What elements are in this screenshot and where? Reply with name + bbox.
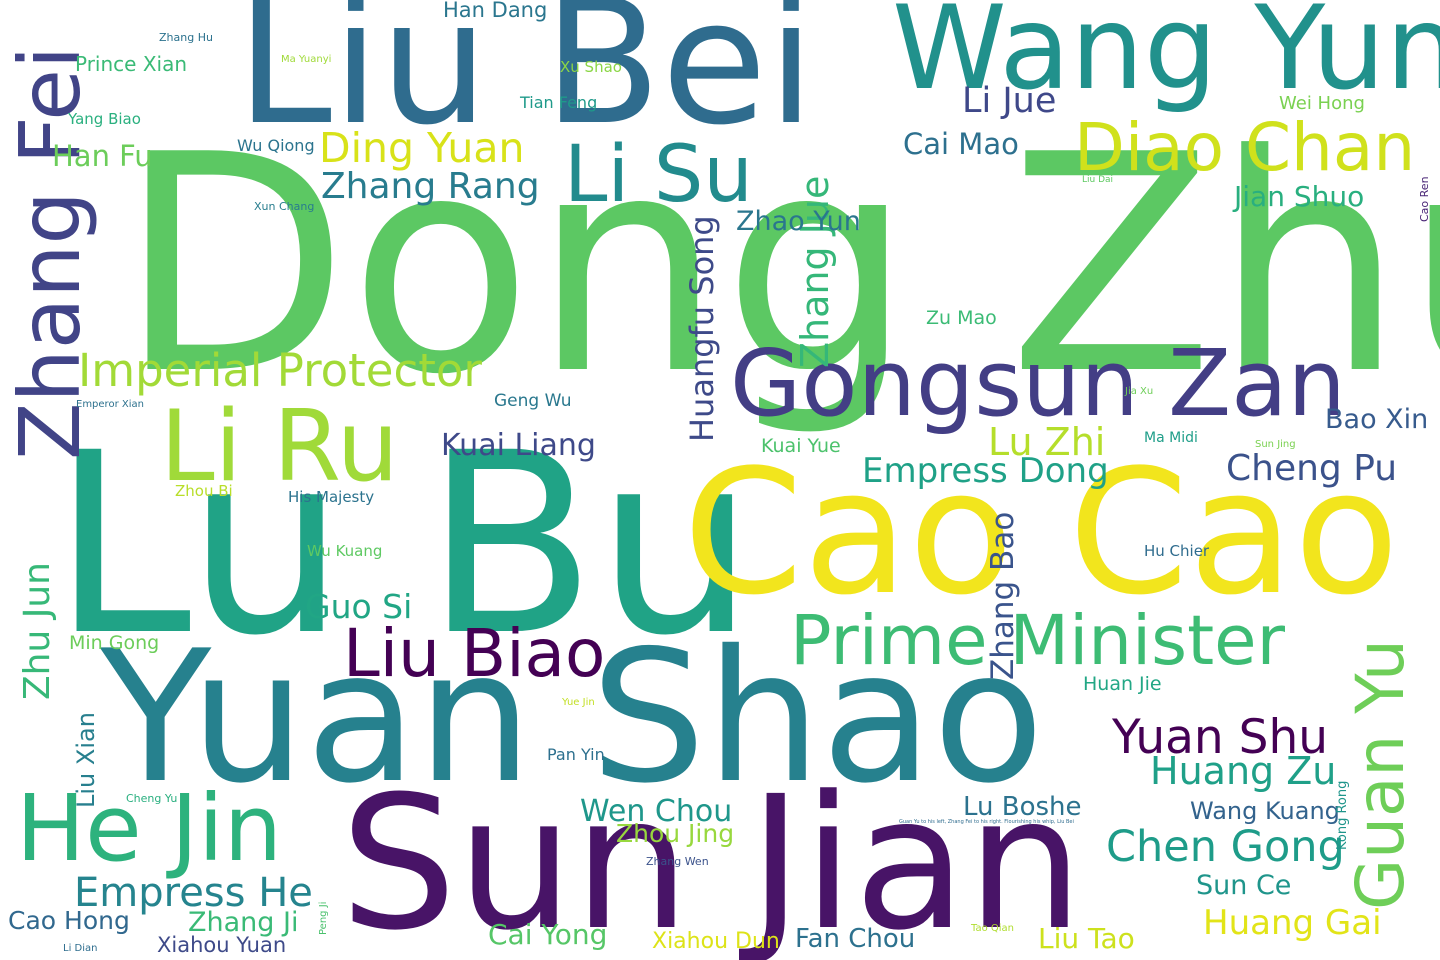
word-wang-kuang: Wang Kuang	[1190, 797, 1340, 825]
word-tian-feng: Tian Feng	[520, 93, 598, 112]
word-jia-xu: Jia Xu	[1125, 386, 1154, 397]
word-tao-qian: Tao Qian	[971, 923, 1014, 934]
word-ma-yuanyi: Ma Yuanyi	[281, 54, 332, 65]
word-wu-kuang: Wu Kuang	[307, 542, 383, 560]
word-xiahou-dun: Xiahou Dun	[652, 929, 780, 954]
word-liu-biao: Liu Biao	[343, 615, 606, 692]
word-ma-midi: Ma Midi	[1144, 430, 1198, 446]
word-zhang-fei: Zhang Fei	[1, 45, 99, 460]
word-zhou-bi: Zhou Bi	[175, 482, 233, 500]
word-zhang-bao: Zhang Bao	[985, 511, 1021, 680]
word-yang-biao: Yang Biao	[68, 110, 141, 128]
word-zhu-jun: Zhu Jun	[17, 562, 58, 700]
word-huangfu-song: Huangfu Song	[683, 215, 721, 442]
word-cheng-yu: Cheng Yu	[126, 792, 178, 805]
word-bao-xin: Bao Xin	[1325, 404, 1429, 435]
word-cloud: Dong Zhuo Lu Bu Cao Cao Yuan Shao Sun Ji…	[0, 0, 1440, 960]
word-min-gong: Min Gong	[69, 632, 160, 654]
word-lu-boshe: Lu Boshe	[963, 792, 1082, 822]
word-long-phrase: Guan Yu to his left, Zhang Fei to his ri…	[899, 819, 1074, 825]
word-xun-chang: Xun Chang	[254, 200, 315, 213]
word-ding-yuan: Ding Yuan	[319, 124, 525, 172]
word-imperial-protector: Imperial Protector	[78, 344, 482, 397]
word-zhang-wen: Zhang Wen	[646, 855, 709, 868]
word-zhao-yun: Zhao Yun	[736, 206, 861, 237]
word-huan-jie: Huan Jie	[1083, 673, 1162, 695]
word-emperor-xian: Emperor Xian	[76, 399, 144, 410]
word-zu-mao: Zu Mao	[926, 307, 997, 329]
word-liu-xian: Liu Xian	[72, 712, 100, 808]
word-kuai-liang: Kuai Liang	[441, 428, 596, 463]
word-wei-hong: Wei Hong	[1279, 93, 1365, 114]
word-cai-mao: Cai Mao	[903, 127, 1019, 161]
word-zhang-hu: Zhang Hu	[159, 31, 213, 44]
word-huang-gai: Huang Gai	[1203, 903, 1382, 943]
word-diao-chan: Diao Chan	[1074, 109, 1416, 186]
word-cheng-pu: Cheng Pu	[1226, 448, 1398, 489]
word-wu-qiong: Wu Qiong	[237, 136, 315, 155]
word-prince-xian: Prince Xian	[75, 52, 188, 76]
word-cao-hong: Cao Hong	[8, 906, 130, 935]
word-jian-shuo: Jian Shuo	[1234, 180, 1365, 213]
word-liu-tao: Liu Tao	[1038, 922, 1135, 955]
word-prime-minister: Prime Minister	[790, 601, 1285, 681]
word-sun-jing: Sun Jing	[1255, 439, 1296, 450]
word-li-dian: Li Dian	[63, 943, 98, 954]
word-sun-ce: Sun Ce	[1196, 870, 1292, 901]
word-xu-shao: Xu Shao	[560, 58, 622, 76]
word-his-majesty: His Majesty	[288, 488, 375, 506]
word-hu-chier: Hu Chier	[1144, 542, 1210, 560]
word-huang-zu: Huang Zu	[1150, 749, 1337, 793]
word-li-jue: Li Jue	[962, 81, 1057, 121]
word-geng-wu: Geng Wu	[494, 391, 572, 411]
word-zhang-ji: Zhang Ji	[188, 907, 299, 938]
word-kong-rong: Kong Rong	[1335, 780, 1350, 850]
word-liu-dai: Liu Dai	[1082, 175, 1114, 185]
word-cai-yong: Cai Yong	[488, 918, 608, 951]
word-guan-yu: Guan Yu	[1342, 639, 1419, 910]
word-xiahou-yuan: Xiahou Yuan	[157, 933, 287, 957]
word-han-dang: Han Dang	[443, 0, 548, 22]
word-chen-gong: Chen Gong	[1106, 822, 1345, 872]
word-zhang-jue: Zhang Jue	[793, 175, 837, 368]
word-cao-ren: Cao Ren	[1418, 176, 1431, 222]
word-lu-zhi: Lu Zhi	[988, 420, 1106, 464]
word-han-fu: Han Fu	[52, 139, 153, 173]
word-guo-si: Guo Si	[305, 587, 413, 626]
word-peng-ji: Peng Ji	[318, 901, 329, 935]
word-yue-jin: Yue Jin	[562, 697, 595, 708]
word-zhang-rang: Zhang Rang	[321, 166, 540, 207]
word-fan-chou: Fan Chou	[795, 924, 916, 954]
word-li-su: Li Su	[564, 130, 753, 220]
word-pan-yin: Pan Yin	[547, 745, 605, 764]
word-zhou-jing: Zhou Jing	[616, 819, 735, 848]
word-kuai-yue: Kuai Yue	[761, 435, 841, 457]
